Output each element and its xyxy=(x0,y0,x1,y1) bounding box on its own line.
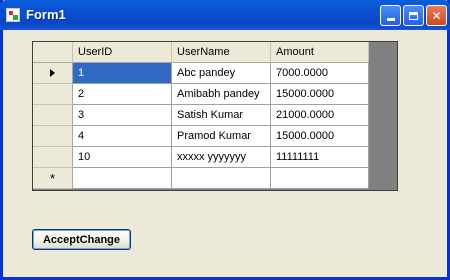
cell-username[interactable]: Abc pandey xyxy=(172,63,271,84)
cell-username[interactable]: Satish Kumar xyxy=(172,105,271,126)
cell-amount[interactable]: 15000.0000 xyxy=(271,126,369,147)
column-header-userid[interactable]: UserID xyxy=(73,42,172,63)
new-cell-amount[interactable] xyxy=(271,168,369,189)
cell-userid[interactable]: 2 xyxy=(73,84,172,105)
row-pointer-arrow-icon xyxy=(50,69,55,77)
accept-change-button[interactable]: AcceptChange xyxy=(32,229,131,250)
new-cell-username[interactable] xyxy=(172,168,271,189)
cell-userid[interactable]: 10 xyxy=(73,147,172,168)
form-app-icon[interactable] xyxy=(6,8,20,22)
cell-username[interactable]: xxxxx yyyyyyy xyxy=(172,147,271,168)
cell-amount[interactable]: 11111111 xyxy=(271,147,369,168)
row-header[interactable] xyxy=(33,63,73,84)
maximize-icon xyxy=(409,11,418,20)
title-bar[interactable]: Form1 ✕ xyxy=(0,0,450,30)
cell-userid[interactable]: 4 xyxy=(73,126,172,147)
row-header[interactable] xyxy=(33,147,73,168)
form1-window: Form1 ✕ UserID UserName Amount 1 Abc pan… xyxy=(0,0,450,280)
grid-corner-header[interactable] xyxy=(33,42,73,63)
minimize-button[interactable] xyxy=(380,5,401,26)
cell-amount[interactable]: 15000.0000 xyxy=(271,84,369,105)
new-row-header[interactable]: * xyxy=(33,168,73,189)
users-data-grid[interactable]: UserID UserName Amount 1 Abc pandey 7000… xyxy=(32,41,398,191)
window-title: Form1 xyxy=(26,7,66,22)
column-header-username[interactable]: UserName xyxy=(172,42,271,63)
maximize-button[interactable] xyxy=(403,5,424,26)
close-button[interactable]: ✕ xyxy=(426,5,447,26)
close-icon: ✕ xyxy=(431,8,442,23)
new-row-marker-icon: * xyxy=(49,171,56,186)
cell-userid[interactable]: 3 xyxy=(73,105,172,126)
cell-amount[interactable]: 7000.0000 xyxy=(271,63,369,84)
row-header[interactable] xyxy=(33,84,73,105)
new-cell-userid[interactable] xyxy=(73,168,172,189)
cell-username[interactable]: Pramod Kumar xyxy=(172,126,271,147)
minimize-icon xyxy=(386,18,395,21)
cell-username[interactable]: Amibabh pandey xyxy=(172,84,271,105)
cell-amount[interactable]: 21000.0000 xyxy=(271,105,369,126)
cell-userid[interactable]: 1 xyxy=(73,63,172,84)
column-header-amount[interactable]: Amount xyxy=(271,42,369,63)
row-header[interactable] xyxy=(33,105,73,126)
row-header[interactable] xyxy=(33,126,73,147)
